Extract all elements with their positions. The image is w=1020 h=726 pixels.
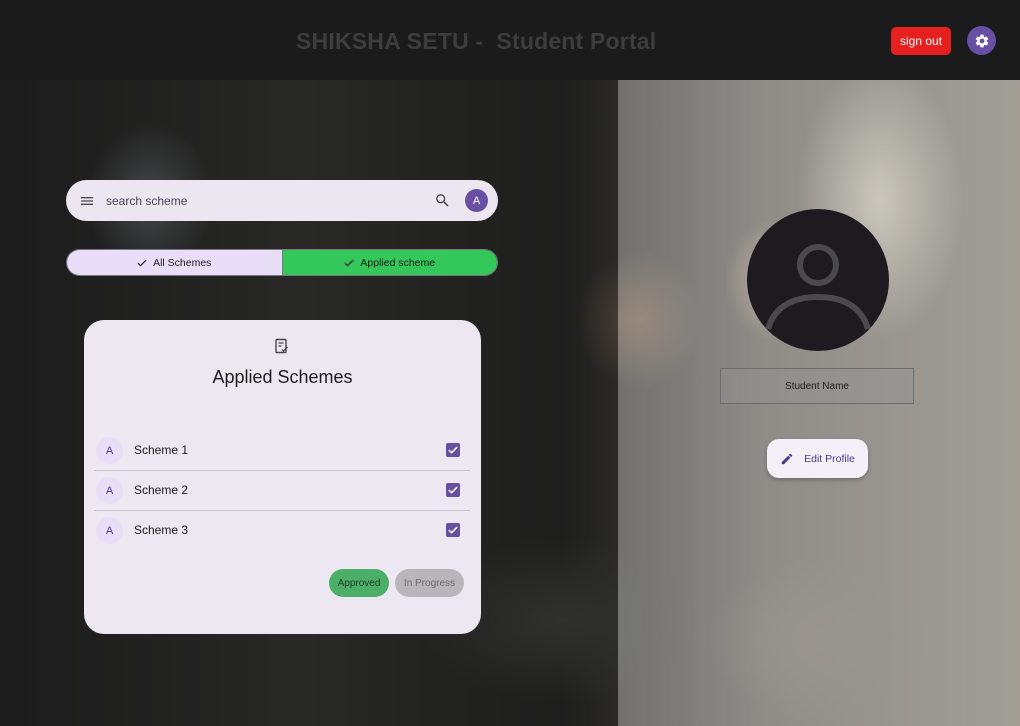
check-icon — [344, 259, 354, 266]
student-name-field: Student Name — [720, 368, 914, 404]
clipboard-check-icon — [275, 338, 288, 354]
scheme-name: Scheme 2 — [134, 483, 189, 497]
in-progress-filter-chip[interactable]: In Progress — [395, 569, 464, 597]
profile-avatar — [747, 209, 889, 351]
menu-icon[interactable] — [79, 193, 95, 209]
check-icon — [448, 446, 458, 454]
app-title: SHIKSHA SETU - Student Portal — [296, 28, 657, 54]
scheme-checkbox[interactable] — [446, 483, 460, 497]
search-input[interactable] — [106, 191, 426, 211]
pencil-icon — [781, 453, 793, 464]
applied-schemes-card: Applied Schemes A Scheme 1 A Scheme 2 A … — [84, 320, 481, 634]
edit-profile-button[interactable]: Edit Profile — [767, 439, 868, 478]
scheme-tabs: All Schemes Applied scheme — [66, 249, 498, 276]
check-icon — [448, 526, 458, 534]
person-icon — [765, 244, 871, 330]
edit-profile-label: Edit Profile — [804, 452, 855, 465]
tab-label: All Schemes — [153, 256, 212, 269]
check-icon — [448, 486, 458, 494]
search-icon[interactable] — [434, 192, 451, 209]
settings-button[interactable] — [967, 26, 996, 55]
list-avatar: A — [96, 517, 123, 544]
tab-all-schemes[interactable]: All Schemes — [67, 250, 283, 275]
tab-applied-scheme[interactable]: Applied scheme — [282, 250, 497, 275]
sign-out-button[interactable]: sign out — [891, 27, 951, 55]
scheme-name: Scheme 1 — [134, 443, 189, 457]
card-title: Applied Schemes — [212, 367, 353, 387]
approved-filter-chip[interactable]: Approved — [329, 569, 389, 597]
top-app-bar: SHIKSHA SETU - Student Portal sign out — [0, 0, 1020, 80]
list-item[interactable]: A Scheme 3 — [94, 511, 470, 551]
list-item[interactable]: A Scheme 2 — [94, 471, 470, 511]
scheme-name: Scheme 3 — [134, 523, 189, 537]
scheme-checkbox[interactable] — [446, 443, 460, 457]
gear-icon — [975, 34, 988, 47]
tab-label: Applied scheme — [360, 256, 436, 269]
list-avatar: A — [96, 477, 123, 504]
search-bar — [66, 180, 498, 221]
list-avatar: A — [96, 437, 123, 464]
list-item[interactable]: A Scheme 1 — [94, 431, 470, 471]
user-avatar[interactable]: A — [465, 189, 488, 212]
check-icon — [137, 259, 147, 266]
scheme-checkbox[interactable] — [446, 523, 460, 537]
